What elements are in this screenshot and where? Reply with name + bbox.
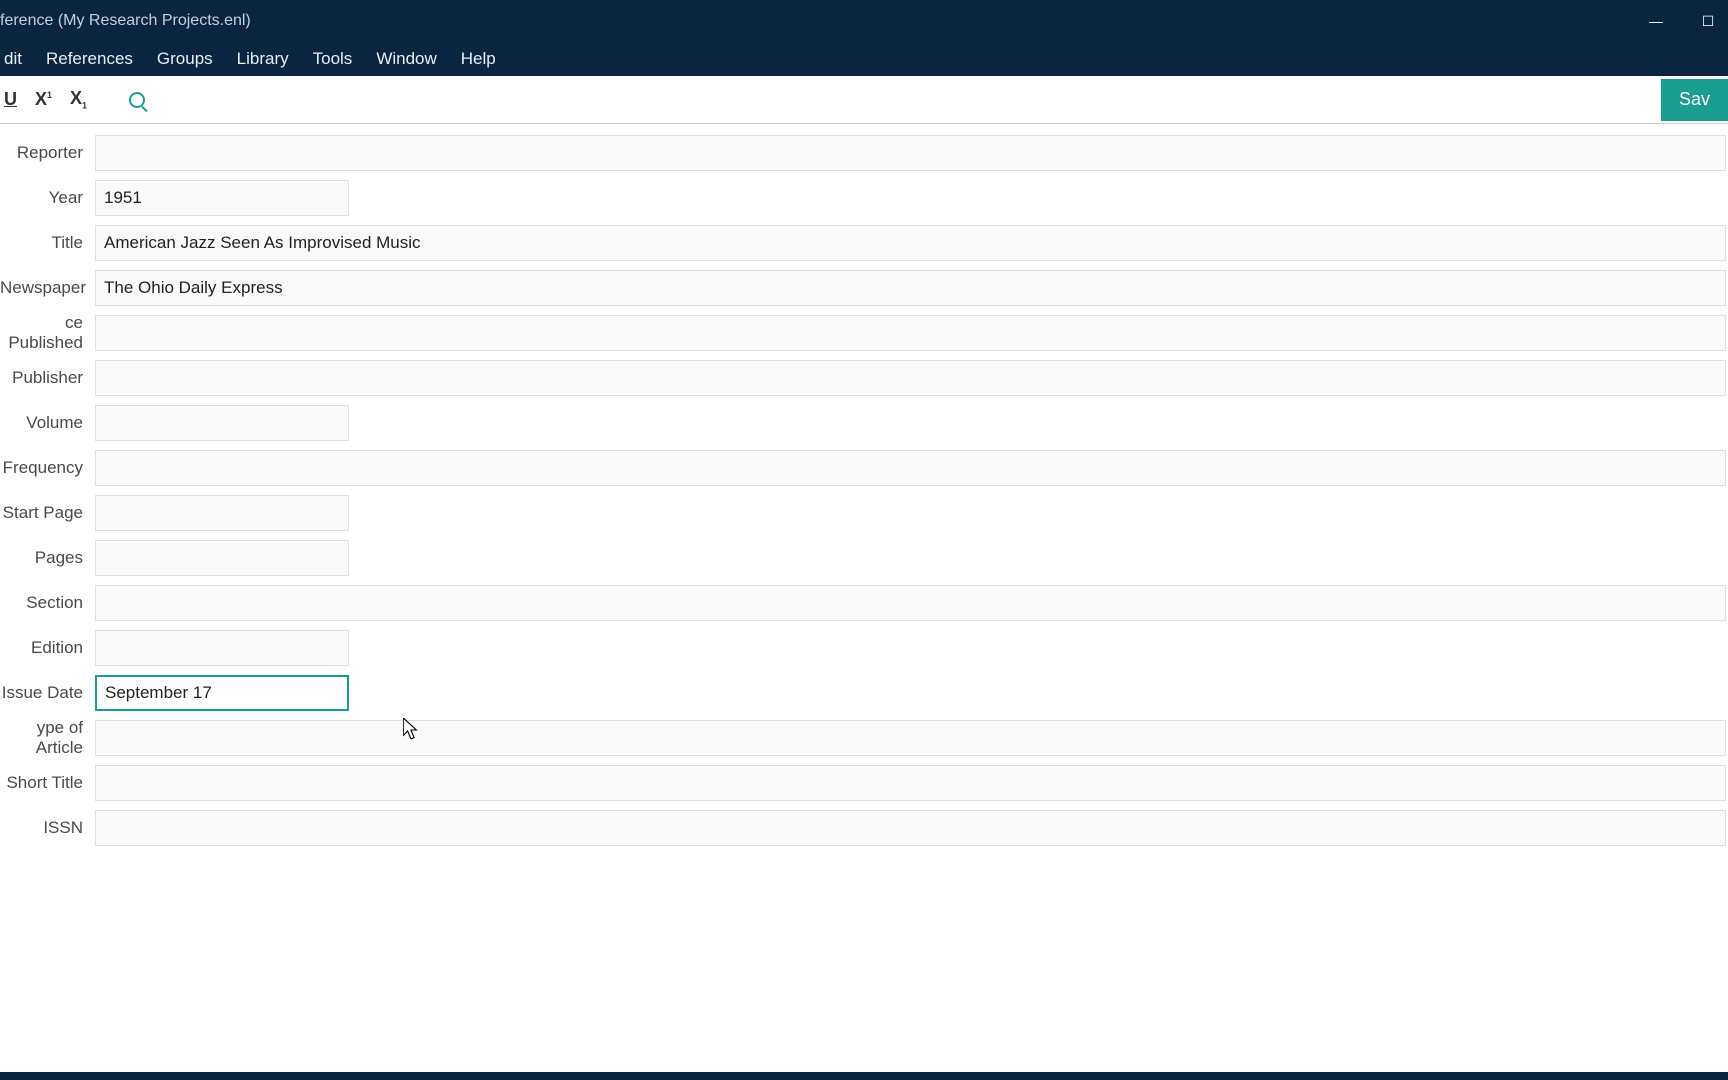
- row-frequency: Frequency: [0, 445, 1728, 490]
- search-icon[interactable]: [129, 92, 145, 108]
- row-newspaper: Newspaper: [0, 265, 1728, 310]
- input-reporter[interactable]: [95, 135, 1726, 171]
- bottom-bar: [0, 1072, 1728, 1080]
- row-section: Section: [0, 580, 1728, 625]
- input-pages[interactable]: [95, 540, 349, 576]
- menu-library[interactable]: Library: [225, 43, 301, 75]
- minimize-button[interactable]: —: [1644, 13, 1668, 29]
- row-reporter: Reporter: [0, 130, 1728, 175]
- menu-groups[interactable]: Groups: [145, 43, 225, 75]
- row-start-page: Start Page: [0, 490, 1728, 535]
- label-pages: Pages: [0, 548, 95, 568]
- toolbar: U X1 X1 Sav: [0, 76, 1728, 124]
- underline-button[interactable]: U: [0, 89, 21, 110]
- maximize-button[interactable]: ☐: [1696, 13, 1720, 30]
- label-issn: ISSN: [0, 818, 95, 838]
- save-button[interactable]: Sav: [1661, 79, 1728, 121]
- label-short-title: Short Title: [0, 773, 95, 793]
- row-year: Year: [0, 175, 1728, 220]
- input-publisher[interactable]: [95, 360, 1726, 396]
- label-frequency: Frequency: [0, 458, 95, 478]
- menu-references[interactable]: References: [34, 43, 145, 75]
- label-start-page: Start Page: [0, 503, 95, 523]
- row-volume: Volume: [0, 400, 1728, 445]
- row-title: Title: [0, 220, 1728, 265]
- input-year[interactable]: [95, 180, 349, 216]
- label-issue-date: Issue Date: [0, 683, 95, 703]
- label-edition: Edition: [0, 638, 95, 658]
- window-controls: — ☐: [1644, 13, 1720, 30]
- subscript-button[interactable]: X1: [66, 88, 91, 111]
- label-volume: Volume: [0, 413, 95, 433]
- row-pages: Pages: [0, 535, 1728, 580]
- row-issue-date: Issue Date: [0, 670, 1728, 715]
- row-short-title: Short Title: [0, 760, 1728, 805]
- row-issn: ISSN: [0, 805, 1728, 850]
- form-area: Reporter Year Title Newspaper ce Publish…: [0, 124, 1728, 1072]
- label-year: Year: [0, 188, 95, 208]
- label-reporter: Reporter: [0, 143, 95, 163]
- menu-tools[interactable]: Tools: [301, 43, 365, 75]
- toolbar-format-group: U X1 X1: [0, 88, 145, 111]
- row-place-published: ce Published: [0, 310, 1728, 355]
- row-edition: Edition: [0, 625, 1728, 670]
- input-place-published[interactable]: [95, 315, 1726, 351]
- input-short-title[interactable]: [95, 765, 1726, 801]
- label-publisher: Publisher: [0, 368, 95, 388]
- menu-window[interactable]: Window: [364, 43, 448, 75]
- window-title: ference (My Research Projects.enl): [0, 12, 251, 30]
- input-type-of-article[interactable]: [95, 720, 1726, 756]
- label-type-of-article: ype of Article: [0, 718, 95, 758]
- input-volume[interactable]: [95, 405, 349, 441]
- input-issue-date[interactable]: [95, 675, 349, 711]
- titlebar: ference (My Research Projects.enl) — ☐: [0, 0, 1728, 42]
- menu-help[interactable]: Help: [449, 43, 508, 75]
- input-edition[interactable]: [95, 630, 349, 666]
- input-title[interactable]: [95, 225, 1726, 261]
- input-issn[interactable]: [95, 810, 1726, 846]
- label-section: Section: [0, 593, 95, 613]
- label-newspaper: Newspaper: [0, 278, 95, 298]
- superscript-button[interactable]: X1: [31, 89, 56, 110]
- input-newspaper[interactable]: [95, 270, 1726, 306]
- menu-edit[interactable]: dit: [0, 43, 34, 75]
- input-start-page[interactable]: [95, 495, 349, 531]
- row-publisher: Publisher: [0, 355, 1728, 400]
- label-place-published: ce Published: [0, 313, 95, 353]
- input-section[interactable]: [95, 585, 1726, 621]
- menubar: dit References Groups Library Tools Wind…: [0, 42, 1728, 76]
- label-title: Title: [0, 233, 95, 253]
- row-type-of-article: ype of Article: [0, 715, 1728, 760]
- input-frequency[interactable]: [95, 450, 1726, 486]
